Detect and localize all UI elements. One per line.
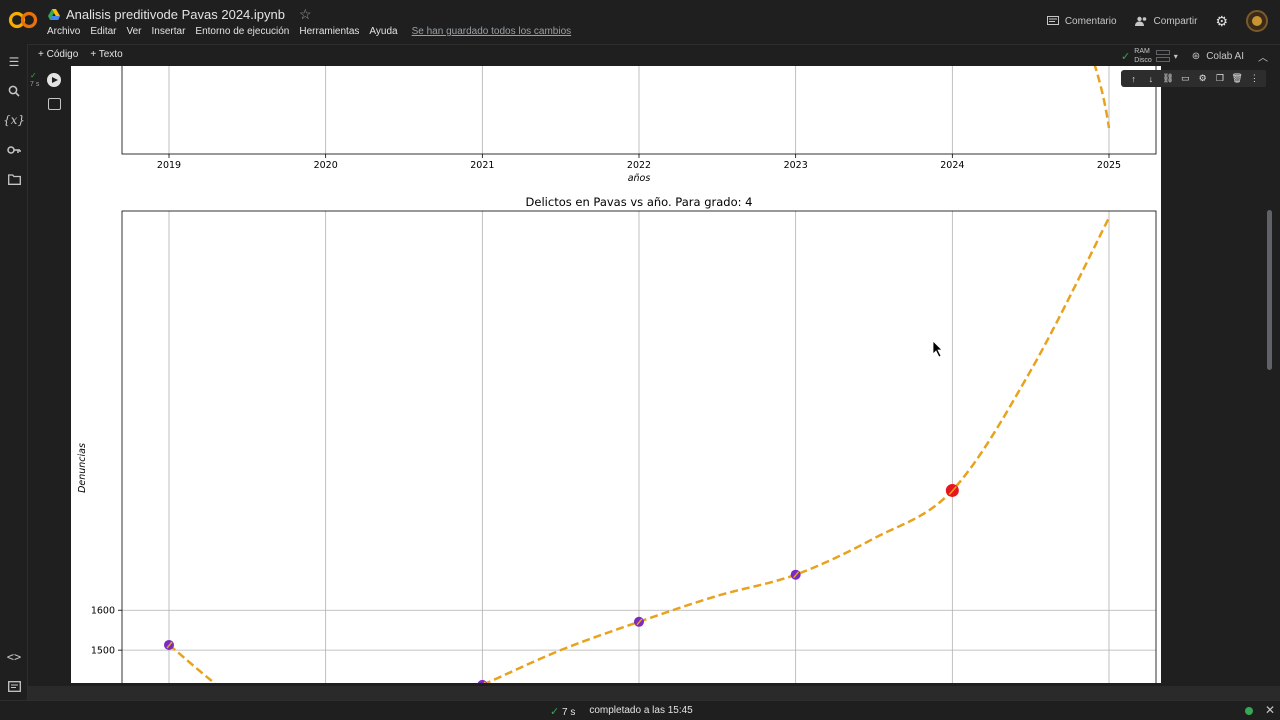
comment-icon xyxy=(1046,15,1059,25)
output-menu-icon[interactable] xyxy=(48,98,61,110)
cell-gutter: ✓ 7 s xyxy=(28,66,70,686)
x-tick-label: 2020 xyxy=(314,160,338,171)
resource-monitor[interactable]: ✓ RAM Disco ▾ xyxy=(1121,47,1178,65)
chart-title: Delictos en Pavas vs año. Para grado: 4 xyxy=(526,195,753,209)
notebook-title[interactable]: Analisis preditivode Pavas 2024.ipynb xyxy=(66,7,285,22)
toc-icon[interactable]: ☰ xyxy=(6,54,22,70)
more-icon[interactable]: ⋮ xyxy=(1248,73,1260,84)
exec-status: ✓ 7 s xyxy=(30,72,39,89)
scrollbar-thumb[interactable] xyxy=(1267,210,1272,370)
status-bar: ✓ 7 s completado a las 15:45 ✕ xyxy=(0,700,1280,720)
avatar[interactable] xyxy=(1246,10,1268,32)
x-tick-label: 2023 xyxy=(784,160,808,171)
drive-icon[interactable] xyxy=(48,9,60,20)
gear-icon[interactable]: ⚙ xyxy=(1215,13,1228,30)
search-icon[interactable] xyxy=(6,83,22,99)
comment-label: Comentario xyxy=(1064,15,1117,27)
star-icon[interactable]: ☆ xyxy=(299,6,312,23)
variables-icon[interactable]: {x} xyxy=(3,112,25,128)
scrollbar[interactable] xyxy=(1266,66,1274,686)
data-point xyxy=(477,679,487,683)
status-completed: completado a las 15:45 xyxy=(589,705,693,716)
mouse-cursor-icon xyxy=(932,340,943,358)
x-tick-label: 2019 xyxy=(157,160,181,171)
x-tick-label: 2021 xyxy=(470,160,494,171)
y-axis-label: Denuncias xyxy=(77,443,88,493)
ai-icon: ⊛ xyxy=(1191,50,1201,62)
mirror-icon[interactable]: ❐ xyxy=(1214,73,1226,84)
x-tick-label: 2024 xyxy=(940,160,964,171)
share-label: Compartir xyxy=(1153,15,1198,27)
fit-curve-tail xyxy=(1093,66,1111,129)
delete-icon[interactable]: 🗑 xyxy=(1231,73,1243,84)
status-check-icon: ✓ xyxy=(550,706,560,718)
comment-icon[interactable]: ▭ xyxy=(1179,73,1191,84)
add-text-button[interactable]: + Texto xyxy=(90,49,122,60)
notebook-toolbar: + Código + Texto ✓ RAM Disco ▾ ⊛ Colab A… xyxy=(28,44,1280,66)
connection-dot-icon xyxy=(1245,707,1253,715)
run-cell-button[interactable] xyxy=(47,73,61,87)
collapse-chevron-icon[interactable]: ︿ xyxy=(1258,49,1268,64)
connected-check-icon: ✓ xyxy=(1121,50,1131,63)
x-axis-label: años xyxy=(628,173,651,184)
x-tick-label: 2022 xyxy=(627,160,651,171)
add-code-button[interactable]: + Código xyxy=(38,49,78,60)
move-up-icon[interactable]: ↑ xyxy=(1128,74,1140,84)
x-tick-label: 2025 xyxy=(1097,160,1121,171)
menu-herramientas[interactable]: Herramientas xyxy=(299,26,359,37)
menu-bar: Archivo Editar Ver Insertar Entorno de e… xyxy=(47,26,571,37)
plot-figure: 2019 2020 2021 2022 2023 2024 2025 años Delicto… xyxy=(77,66,1157,683)
app-header: Analisis preditivode Pavas 2024.ipynb ☆ … xyxy=(0,0,1280,44)
move-down-icon[interactable]: ↓ xyxy=(1145,74,1157,84)
comment-button[interactable]: Comentario xyxy=(1046,15,1117,27)
menu-ayuda[interactable]: Ayuda xyxy=(369,26,397,37)
link-icon[interactable]: ⛓ xyxy=(1162,73,1174,84)
chart-bottom: Delictos en Pavas vs año. Para grado: 4 1… xyxy=(77,195,1157,683)
settings-icon[interactable]: ⚙ xyxy=(1197,73,1209,84)
menu-archivo[interactable]: Archivo xyxy=(47,26,80,37)
chevron-down-icon[interactable]: ▾ xyxy=(1174,52,1178,61)
disk-label: Disco xyxy=(1134,57,1152,64)
bottom-panel xyxy=(28,686,1280,700)
close-icon[interactable]: ✕ xyxy=(1265,703,1275,717)
terminal-icon[interactable] xyxy=(6,678,22,694)
cell-toolbar: ↑ ↓ ⛓ ▭ ⚙ ❐ 🗑 ⋮ xyxy=(1121,70,1267,87)
menu-insertar[interactable]: Insertar xyxy=(152,26,186,37)
ram-label: RAM xyxy=(1134,48,1150,55)
colab-ai-label: Colab AI xyxy=(1206,50,1244,62)
colab-logo[interactable] xyxy=(8,8,38,32)
colab-ai-button[interactable]: ⊛ Colab AI xyxy=(1192,51,1244,62)
save-status[interactable]: Se han guardado todos los cambios xyxy=(412,26,572,37)
y-tick-label: 1500 xyxy=(91,646,115,657)
left-rail: ☰ {x} <> xyxy=(0,44,28,720)
y-tick-label: 1600 xyxy=(91,606,115,617)
people-icon xyxy=(1134,16,1146,26)
folder-icon[interactable] xyxy=(6,171,22,187)
key-icon[interactable] xyxy=(6,142,22,158)
exec-time: 7 s xyxy=(30,81,40,88)
cell-check-icon: ✓ xyxy=(30,71,37,80)
menu-editar[interactable]: Editar xyxy=(90,26,116,37)
share-button[interactable]: Compartir xyxy=(1134,15,1198,27)
status-time: ✓ 7 s xyxy=(550,706,576,718)
menu-entorno[interactable]: Entorno de ejecución xyxy=(195,26,289,37)
chart-top: 2019 2020 2021 2022 2023 2024 2025 años xyxy=(121,66,1157,184)
cell-output: 2019 2020 2021 2022 2023 2024 2025 años Delicto… xyxy=(71,66,1161,683)
code-snippets-icon[interactable]: <> xyxy=(6,649,22,665)
menu-ver[interactable]: Ver xyxy=(126,26,141,37)
